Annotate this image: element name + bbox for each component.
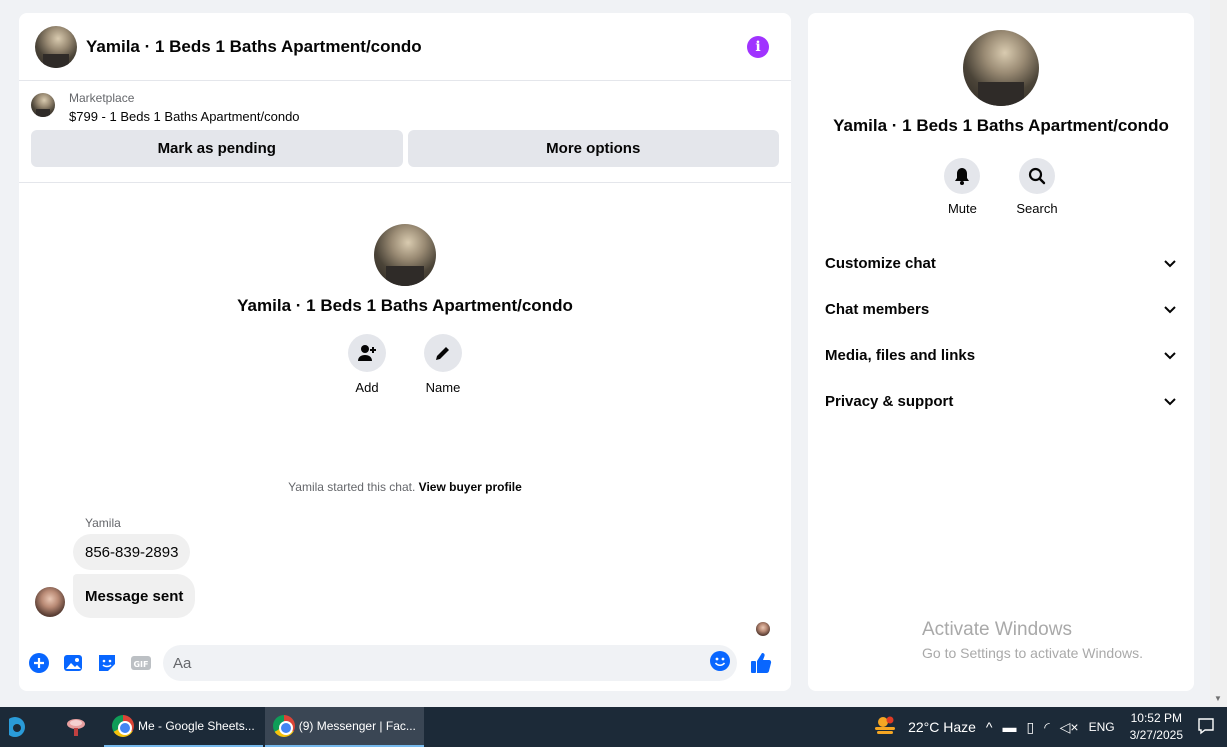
- volume-muted-icon[interactable]: ◁×: [1060, 719, 1079, 736]
- view-buyer-profile-link[interactable]: View buyer profile: [419, 480, 522, 494]
- activate-windows-watermark: Activate Windows Go to Settings to activ…: [922, 619, 1143, 661]
- chevron-down-icon: [1164, 255, 1176, 272]
- clock[interactable]: 10:52 PM 3/27/2025: [1130, 710, 1183, 744]
- chevron-down-icon: [1164, 301, 1176, 318]
- battery-icon[interactable]: ▬: [1003, 719, 1017, 735]
- windows-taskbar: Me - Google Sheets... (9) Messenger | Fa…: [0, 707, 1227, 747]
- weather-icon[interactable]: [873, 716, 897, 739]
- chat-title[interactable]: Yamila · 1 Beds 1 Baths Apartment/condo: [86, 37, 747, 57]
- started-text: Yamila started this chat.: [288, 480, 416, 494]
- taskbar-messenger[interactable]: (9) Messenger | Fac...: [264, 707, 424, 747]
- watermark-title: Activate Windows: [922, 619, 1072, 640]
- photo-icon[interactable]: [61, 651, 85, 675]
- intro-avatar: [374, 224, 436, 286]
- listing-title[interactable]: $799 - 1 Beds 1 Baths Apartment/condo: [69, 109, 300, 124]
- mute-button[interactable]: Mute: [944, 158, 981, 216]
- section-label: Chat members: [825, 300, 930, 318]
- listing-thumbnail[interactable]: [31, 93, 55, 117]
- sender-name: Yamila: [85, 516, 121, 530]
- message-bubble[interactable]: Message sent: [73, 574, 196, 618]
- section-media-files-links[interactable]: Media, files and links: [808, 332, 1194, 378]
- section-privacy-support[interactable]: Privacy & support: [808, 378, 1194, 424]
- system-tray: 22°C Haze ^ ▬ ▯ ◜ ◁× ENG 10:52 PM 3/27/2…: [873, 707, 1227, 747]
- scroll-down-arrow-icon[interactable]: ▼: [1214, 694, 1222, 703]
- search-icon: [1018, 158, 1055, 194]
- pencil-icon: [424, 334, 462, 372]
- search-label: Search: [1016, 201, 1058, 216]
- message-input-wrapper: [163, 645, 737, 681]
- wifi-icon[interactable]: ◜: [1044, 719, 1049, 736]
- taskbar-google-sheets[interactable]: Me - Google Sheets...: [104, 707, 263, 747]
- info-icon[interactable]: i: [747, 35, 769, 58]
- section-label: Media, files and links: [825, 346, 976, 364]
- chat-panel: Yamila · 1 Beds 1 Baths Apartment/condo …: [19, 13, 791, 691]
- page-scrollbar[interactable]: [1210, 0, 1227, 707]
- section-label: Privacy & support: [825, 392, 954, 410]
- mark-as-pending-button[interactable]: Mark as pending: [31, 130, 403, 167]
- marketplace-label: Marketplace: [69, 91, 135, 105]
- tray-chevron-up-icon[interactable]: ^: [986, 719, 993, 735]
- thumbs-up-icon[interactable]: [749, 651, 773, 675]
- message-composer: GIF: [19, 635, 791, 691]
- search-button[interactable]: Search: [1016, 158, 1058, 216]
- gif-label: GIF: [133, 660, 148, 669]
- weather-text[interactable]: 22°C Haze: [908, 719, 976, 735]
- more-options-button[interactable]: More options: [407, 130, 779, 167]
- chat-header: Yamila · 1 Beds 1 Baths Apartment/condo …: [19, 13, 791, 81]
- task-label: Me - Google Sheets...: [138, 719, 255, 733]
- info-avatar: [963, 30, 1039, 106]
- message-input[interactable]: [173, 654, 709, 672]
- section-label: Customize chat: [825, 254, 936, 272]
- chat-started-notice: Yamila started this chat. View buyer pro…: [19, 480, 791, 494]
- mute-label: Mute: [947, 201, 977, 216]
- emoji-icon[interactable]: [709, 650, 731, 677]
- add-person-icon: [348, 334, 386, 372]
- name-chat-button[interactable]: Name: [424, 334, 462, 395]
- watermark-subtitle: Go to Settings to activate Windows.: [922, 645, 1143, 661]
- date: 3/27/2025: [1129, 728, 1183, 742]
- bell-icon: [944, 158, 981, 194]
- message-bubble[interactable]: 856-839-2893: [73, 534, 191, 570]
- notification-icon[interactable]: [1197, 717, 1215, 738]
- intro-title: Yamila · 1 Beds 1 Baths Apartment/condo: [237, 296, 573, 315]
- read-receipt-avatar: [756, 622, 770, 636]
- chat-body: Yamila · 1 Beds 1 Baths Apartment/condo …: [19, 184, 791, 691]
- meet-icon[interactable]: ▯: [1027, 719, 1035, 736]
- section-chat-members[interactable]: Chat members: [808, 286, 1194, 332]
- task-label: (9) Messenger | Fac...: [298, 719, 416, 733]
- chat-info-panel: Yamila · 1 Beds 1 Baths Apartment/condo …: [808, 13, 1194, 691]
- marketplace-bar: Marketplace $799 - 1 Beds 1 Baths Apartm…: [19, 81, 791, 183]
- chrome-icon: [112, 715, 134, 737]
- info-title: Yamila · 1 Beds 1 Baths Apartment/condo: [833, 116, 1169, 135]
- section-customize-chat[interactable]: Customize chat: [808, 240, 1194, 286]
- plus-circle-icon[interactable]: [27, 651, 51, 675]
- add-member-button[interactable]: Add: [348, 334, 386, 395]
- language-indicator[interactable]: ENG: [1089, 720, 1115, 734]
- chevron-down-icon: [1164, 347, 1176, 364]
- sender-avatar[interactable]: [35, 587, 65, 617]
- edge-icon[interactable]: [0, 707, 40, 747]
- chat-avatar[interactable]: [35, 25, 77, 68]
- app-icon[interactable]: [56, 707, 96, 747]
- sticker-icon[interactable]: [95, 651, 119, 675]
- time: 10:52 PM: [1130, 711, 1182, 725]
- chat-intro: Yamila · 1 Beds 1 Baths Apartment/condo …: [19, 224, 791, 395]
- add-label: Add: [355, 380, 379, 395]
- name-label: Name: [425, 380, 461, 395]
- gif-icon[interactable]: GIF: [129, 651, 153, 675]
- chevron-down-icon: [1164, 393, 1176, 410]
- chrome-icon: [272, 715, 295, 737]
